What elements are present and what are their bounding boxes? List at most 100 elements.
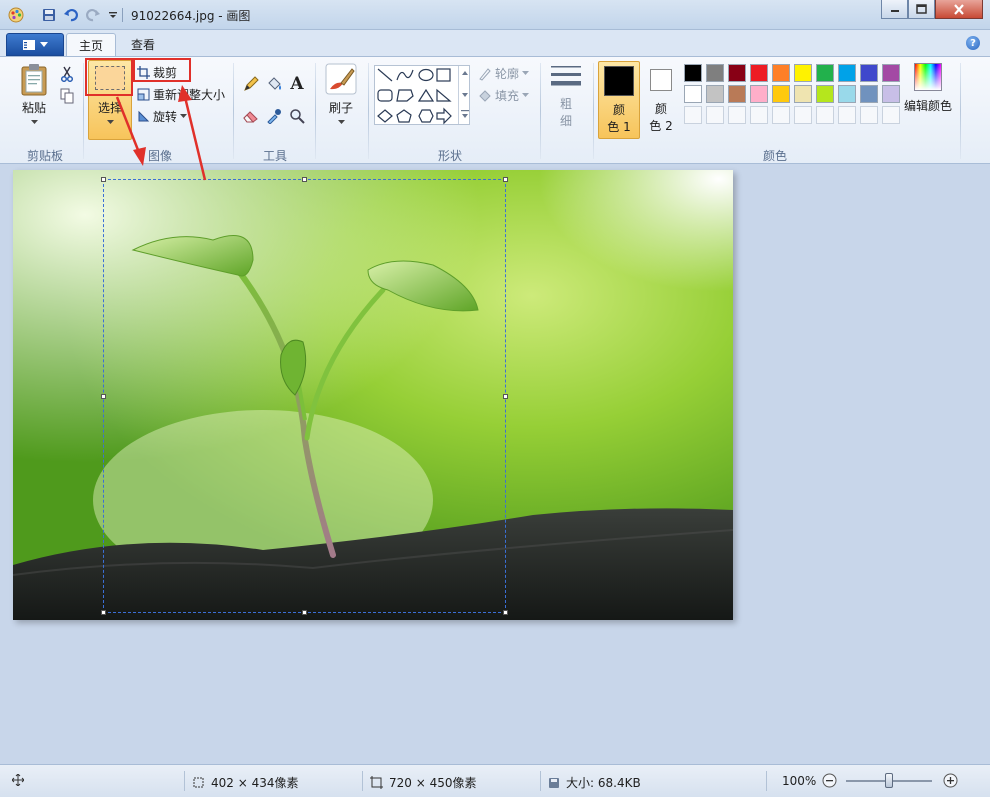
- color2-swatch: [650, 69, 672, 91]
- selection-rectangle[interactable]: [103, 179, 506, 613]
- custom-color-slot[interactable]: [750, 106, 768, 124]
- clipboard-icon: [21, 64, 47, 96]
- fill-button[interactable]: 填充: [478, 87, 530, 104]
- edit-colors-label: 编辑颜色: [903, 99, 952, 113]
- paste-button[interactable]: 粘贴: [14, 63, 54, 125]
- palette-swatch[interactable]: [706, 64, 724, 82]
- minimize-button[interactable]: [881, 0, 908, 19]
- paint-app-icon[interactable]: [8, 7, 24, 23]
- size-button[interactable]: 粗 细: [547, 63, 585, 129]
- palette-swatch[interactable]: [728, 85, 746, 103]
- pencil-icon[interactable]: [240, 73, 262, 95]
- custom-color-slot[interactable]: [816, 106, 834, 124]
- custom-color-slot[interactable]: [860, 106, 878, 124]
- selection-size-icon: [193, 777, 204, 788]
- zoom-out-icon: [822, 773, 837, 788]
- group-separator: [315, 63, 316, 159]
- zoom-slider-thumb[interactable]: [885, 773, 893, 788]
- resize-icon: [137, 88, 150, 101]
- zoom-in-button[interactable]: [943, 773, 958, 788]
- palette-swatch[interactable]: [684, 64, 702, 82]
- highlight-box-select: [85, 58, 133, 96]
- group-separator: [368, 63, 369, 159]
- brushes-button[interactable]: 刷子: [320, 63, 362, 125]
- edit-colors-button[interactable]: 编辑颜色: [902, 63, 954, 114]
- maximize-button[interactable]: [908, 0, 935, 19]
- chevron-down-icon: [337, 120, 345, 124]
- zoom-out-button[interactable]: [822, 773, 837, 788]
- chevron-down-icon: [40, 41, 48, 47]
- status-bar: 402 × 434像素 720 × 450像素 大小: 68.4KB 100%: [0, 764, 990, 797]
- help-icon[interactable]: ?: [966, 36, 980, 50]
- eraser-icon[interactable]: [240, 105, 262, 127]
- title-separator: [122, 8, 123, 22]
- shapes-gallery-scroll[interactable]: [458, 66, 470, 124]
- palette-swatch[interactable]: [882, 85, 900, 103]
- color2-button[interactable]: 颜 色 2: [642, 61, 680, 134]
- save-icon[interactable]: [40, 6, 58, 24]
- selection-handle[interactable]: [101, 610, 106, 615]
- palette-swatch[interactable]: [684, 85, 702, 103]
- chevron-down-icon: [180, 114, 188, 118]
- selection-handle[interactable]: [101, 394, 106, 399]
- palette-swatch[interactable]: [816, 85, 834, 103]
- color1-button[interactable]: 颜 色 1: [598, 61, 640, 139]
- selection-handle[interactable]: [302, 177, 307, 182]
- tab-view[interactable]: 查看: [119, 33, 167, 56]
- selection-handle[interactable]: [302, 610, 307, 615]
- palette-swatch[interactable]: [728, 64, 746, 82]
- rotate-icon: [138, 110, 150, 122]
- custom-color-slot[interactable]: [706, 106, 724, 124]
- shapes-gallery[interactable]: [374, 65, 470, 125]
- rotate-button[interactable]: 旋转: [137, 108, 188, 125]
- color-picker-icon[interactable]: [263, 105, 285, 127]
- resize-button[interactable]: 重新调整大小: [137, 86, 225, 103]
- close-button[interactable]: [935, 0, 983, 19]
- copy-icon[interactable]: [56, 85, 78, 107]
- text-tool-icon[interactable]: A: [286, 73, 308, 95]
- selection-handle[interactable]: [101, 177, 106, 182]
- palette-swatch[interactable]: [772, 64, 790, 82]
- close-icon: [954, 3, 964, 15]
- title-bar: 91022664.jpg - 画图: [0, 0, 990, 30]
- undo-icon[interactable]: [62, 6, 80, 24]
- application-menu-button[interactable]: [6, 33, 64, 56]
- resize-label: 重新调整大小: [153, 88, 226, 102]
- palette-swatch[interactable]: [794, 85, 812, 103]
- magnifier-icon[interactable]: [286, 105, 308, 127]
- color1-label-2: 色 1: [607, 120, 631, 134]
- selection-handle[interactable]: [503, 610, 508, 615]
- palette-swatch[interactable]: [706, 85, 724, 103]
- palette-swatch[interactable]: [838, 64, 856, 82]
- shapes-group-label: 形状: [437, 149, 462, 163]
- palette-swatch[interactable]: [772, 85, 790, 103]
- custom-color-slot[interactable]: [794, 106, 812, 124]
- chevron-up-icon: [462, 71, 468, 75]
- fill-bucket-icon[interactable]: [263, 73, 285, 95]
- palette-swatch[interactable]: [750, 64, 768, 82]
- colors-group-label: 颜色: [762, 149, 787, 163]
- rounded-rectangle-shape-icon: [377, 89, 393, 102]
- palette-swatch[interactable]: [860, 85, 878, 103]
- custom-color-slot[interactable]: [882, 106, 900, 124]
- custom-color-slot[interactable]: [772, 106, 790, 124]
- arrow-shape-icon: [436, 107, 452, 125]
- redo-icon[interactable]: [84, 6, 102, 24]
- cut-icon[interactable]: [56, 63, 78, 85]
- cursor-position-icon: [12, 774, 24, 786]
- palette-swatch[interactable]: [860, 64, 878, 82]
- palette-swatch[interactable]: [816, 64, 834, 82]
- zoom-level: 100%: [782, 774, 817, 788]
- palette-swatch[interactable]: [794, 64, 812, 82]
- custom-color-slot[interactable]: [684, 106, 702, 124]
- customize-quick-access-icon[interactable]: [104, 6, 122, 24]
- custom-color-slot[interactable]: [838, 106, 856, 124]
- selection-handle[interactable]: [503, 394, 508, 399]
- palette-swatch[interactable]: [882, 64, 900, 82]
- palette-swatch[interactable]: [750, 85, 768, 103]
- tab-home[interactable]: 主页: [66, 33, 117, 56]
- palette-swatch[interactable]: [838, 85, 856, 103]
- selection-handle[interactable]: [503, 177, 508, 182]
- outline-button[interactable]: 轮廓: [478, 65, 530, 82]
- custom-color-slot[interactable]: [728, 106, 746, 124]
